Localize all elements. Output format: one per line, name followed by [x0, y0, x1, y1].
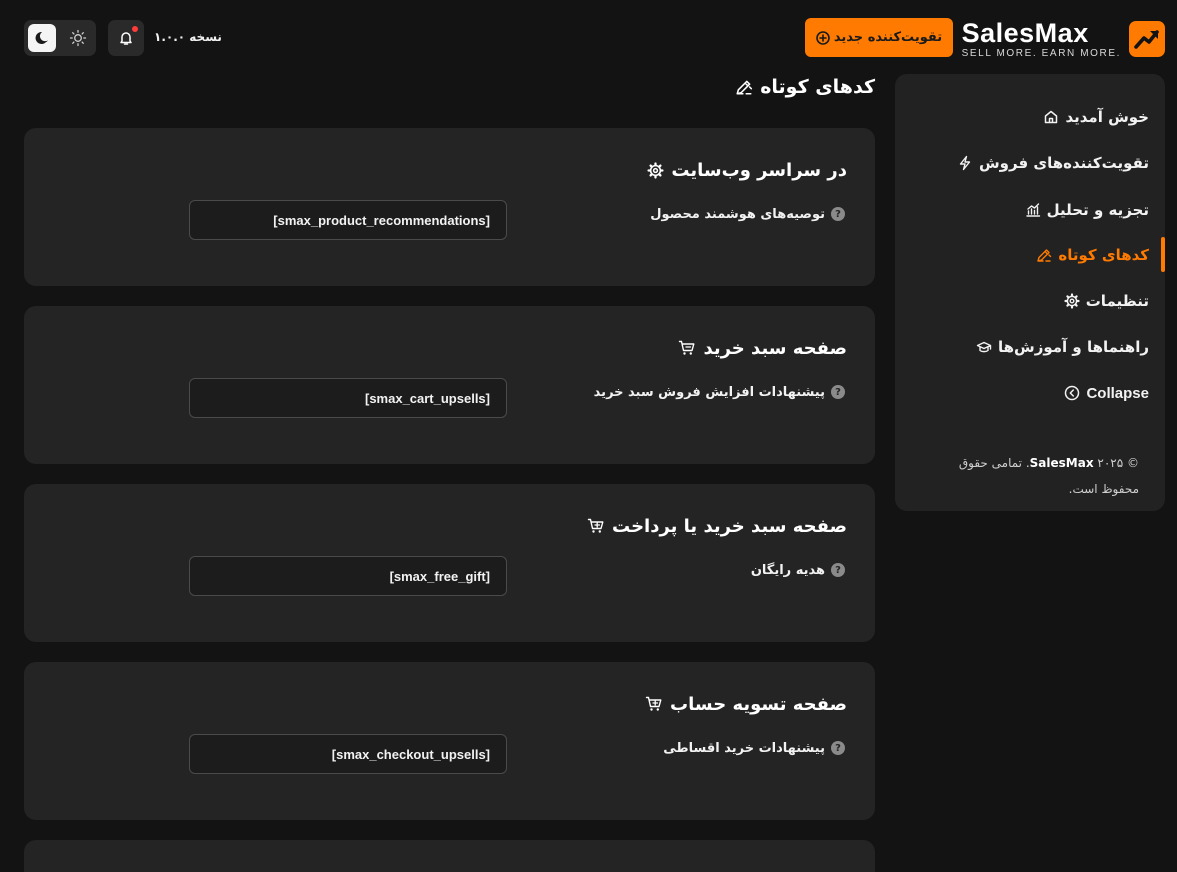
sidebar-item-collapse[interactable]: Collapse — [1064, 379, 1149, 407]
section-card-partial — [24, 840, 875, 872]
moon-icon — [33, 29, 51, 47]
version-label: نسخه ۱.۰.۰ — [154, 30, 222, 44]
copyright-notice: © ۲۰۲۵ SalesMax. تمامی حقوق محفوظ است. — [958, 456, 1139, 496]
sidebar-item-label: کدهای کوتاه — [1058, 246, 1149, 264]
shortcode-input[interactable] — [189, 378, 507, 418]
brand-tagline: SELL MORE. EARN MORE. — [961, 47, 1121, 59]
sidebar-item-sales-boosters[interactable]: تقویت‌کننده‌های فروش — [957, 149, 1149, 177]
sidebar-item-label: راهنماها و آموزش‌ها — [998, 338, 1149, 356]
top-header: SalesMax SELL MORE. EARN MORE. تقویت‌کنن… — [0, 0, 1177, 72]
cart-icon — [678, 339, 696, 357]
sun-icon — [69, 29, 87, 47]
gear-icon — [647, 161, 664, 179]
field-label-text: توصیه‌های هوشمند محصول — [650, 206, 825, 222]
analytics-icon — [1025, 202, 1041, 218]
bolt-icon — [957, 155, 973, 171]
section-card-cart-page: صفحه سبد خرید پیشنهادات افزایش فروش سبد … — [24, 306, 875, 464]
section-card-sitewide: در سراسر وب‌سایت توصیه‌های هوشمند محصول … — [24, 128, 875, 286]
section-title: صفحه تسویه حساب — [645, 690, 847, 718]
theme-toggle — [24, 20, 96, 56]
active-indicator — [1161, 237, 1165, 272]
field-label: توصیه‌های هوشمند محصول ? — [650, 204, 845, 224]
dark-mode-button[interactable] — [28, 24, 56, 52]
help-icon[interactable]: ? — [831, 741, 845, 755]
bell-icon — [118, 30, 134, 46]
section-card-checkout: صفحه تسویه حساب پیشنهادات خرید اقساطی ? — [24, 662, 875, 820]
field-label: هدیه رایگان ? — [751, 560, 845, 580]
field-label-text: پیشنهادات افزایش فروش سبد خرید — [593, 384, 825, 400]
field-label: پیشنهادات خرید اقساطی ? — [663, 738, 845, 758]
home-icon — [1043, 109, 1059, 125]
brand-name: SalesMax — [961, 17, 1089, 48]
shortcode-input[interactable] — [189, 734, 507, 774]
section-title-text: صفحه تسویه حساب — [670, 693, 847, 715]
sidebar-item-label: Collapse — [1086, 384, 1149, 402]
sidebar-item-label: تقویت‌کننده‌های فروش — [978, 154, 1149, 172]
section-card-cart-or-checkout: صفحه سبد خرید یا پرداخت هدیه رایگان ? — [24, 484, 875, 642]
sidebar-item-welcome[interactable]: خوش آمدید — [1043, 103, 1149, 131]
field-label-text: هدیه رایگان — [750, 562, 825, 578]
chevron-left-circle-icon — [1064, 385, 1080, 401]
light-mode-button[interactable] — [64, 24, 92, 52]
cart-plus-icon — [587, 517, 605, 535]
sidebar-item-shortcodes[interactable]: کدهای کوتاه — [1036, 241, 1149, 269]
gear-icon — [1064, 293, 1080, 309]
section-title: صفحه سبد خرید یا پرداخت — [587, 512, 847, 540]
shortcode-input[interactable] — [189, 556, 507, 596]
section-title-text: صفحه سبد خرید یا پرداخت — [612, 515, 847, 537]
sidebar-item-settings[interactable]: تنظیمات — [1064, 287, 1149, 315]
brand-logo[interactable]: SalesMax SELL MORE. EARN MORE. — [962, 18, 1165, 60]
sidebar: خوش آمدید تقویت‌کننده‌های فروش تجزیه و ت… — [895, 74, 1165, 511]
help-icon[interactable]: ? — [831, 563, 845, 577]
help-icon[interactable]: ? — [831, 385, 845, 399]
section-title-text: در سراسر وب‌سایت — [671, 159, 847, 181]
page-title-text: کدهای کوتاه — [760, 76, 875, 98]
new-booster-button[interactable]: تقویت‌کننده جدید — [805, 18, 953, 57]
new-booster-label: تقویت‌کننده جدید — [833, 30, 943, 45]
trend-arrow-icon — [1129, 21, 1165, 57]
shortcode-input[interactable] — [189, 200, 507, 240]
sidebar-item-label: تنظیمات — [1085, 292, 1149, 310]
brand-wordmark: SalesMax SELL MORE. EARN MORE. — [962, 19, 1121, 60]
notification-badge — [132, 26, 138, 32]
section-title-text: صفحه سبد خرید — [703, 337, 847, 359]
shortcode-icon — [735, 78, 753, 96]
sidebar-item-analytics[interactable]: تجزیه و تحلیل — [1025, 196, 1149, 224]
graduation-cap-icon — [976, 339, 992, 355]
section-title: در سراسر وب‌سایت — [647, 156, 847, 184]
plus-circle-icon — [816, 30, 830, 45]
shortcode-icon — [1036, 247, 1052, 263]
field-label: پیشنهادات افزایش فروش سبد خرید ? — [594, 382, 845, 402]
field-label-text: پیشنهادات خرید اقساطی — [663, 740, 825, 756]
section-title: صفحه سبد خرید — [678, 334, 847, 362]
sidebar-item-guides[interactable]: راهنماها و آموزش‌ها — [976, 333, 1149, 361]
notifications-button[interactable] — [108, 20, 144, 56]
cart-plus-icon — [645, 695, 663, 713]
sidebar-item-label: تجزیه و تحلیل — [1046, 201, 1149, 219]
sidebar-item-label: خوش آمدید — [1065, 108, 1149, 126]
page-title: کدهای کوتاه — [735, 72, 875, 102]
help-icon[interactable]: ? — [831, 207, 845, 221]
